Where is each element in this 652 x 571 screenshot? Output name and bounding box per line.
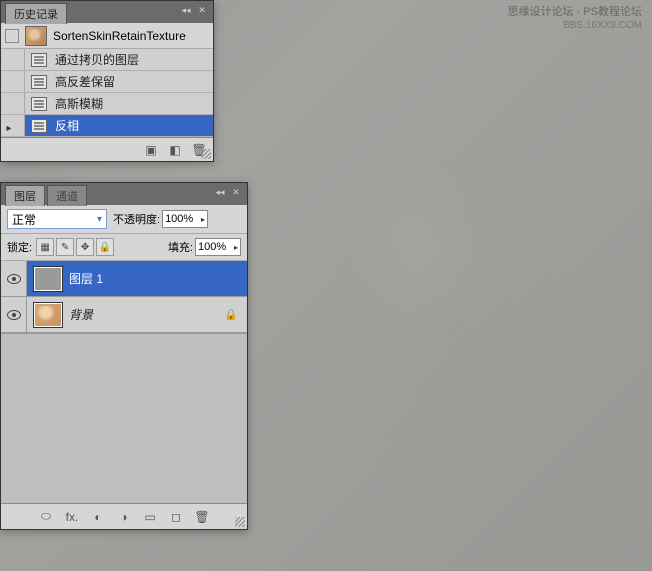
opacity-value: 100% [165, 213, 193, 225]
history-pointer-icon [7, 120, 19, 132]
history-item-label: 高斯模糊 [53, 95, 213, 112]
fill-input[interactable]: 100% ▸ [195, 238, 241, 256]
lock-transparency-icon[interactable]: ▦ [36, 238, 54, 256]
layers-footer: ⬭ fx. ◐ ◑ ▭ ◻ 🗑 [1, 503, 247, 529]
snapshot-name: SortenSkinRetainTexture [53, 29, 209, 43]
history-footer: ▣ ◧ 🗑 [1, 137, 213, 161]
snapshot-checkbox[interactable] [5, 29, 19, 43]
history-gutter [1, 49, 25, 70]
lock-indicator-icon: 🔒 [223, 307, 239, 323]
layer-style-icon[interactable]: fx. [64, 509, 80, 525]
tab-channels-label: 通道 [56, 191, 78, 203]
layer-row-selected[interactable]: 图层 1 [1, 261, 247, 297]
history-panel-header[interactable]: 历史记录 ◂◂ ✕ [1, 1, 213, 23]
layers-panel: 图层 通道 ◂◂ ✕ 正常 ▾ 不透明度: 100% ▸ 锁定: ▦ ✎ ✥ 🔒 [0, 182, 248, 530]
history-snapshot[interactable]: SortenSkinRetainTexture [1, 23, 213, 49]
history-tab[interactable]: 历史记录 [5, 3, 67, 24]
chevron-right-icon: ▸ [201, 215, 205, 224]
opacity-label: 不透明度: [113, 211, 160, 227]
opacity-input[interactable]: 100% ▸ [162, 210, 208, 228]
eye-icon [7, 274, 21, 284]
eye-icon [7, 310, 21, 320]
tab-layers[interactable]: 图层 [5, 185, 45, 206]
watermark-line1: 思缘设计论坛 · PS教程论坛 [508, 5, 642, 19]
invert-icon [31, 119, 47, 133]
history-body: SortenSkinRetainTexture 通过拷贝的图层 高反差保留 高斯… [1, 23, 213, 137]
history-panel: 历史记录 ◂◂ ✕ SortenSkinRetainTexture 通过拷贝的图… [0, 0, 214, 162]
gaussian-blur-icon [31, 97, 47, 111]
history-item-label: 高反差保留 [53, 73, 213, 90]
link-layers-icon[interactable]: ⬭ [38, 509, 54, 525]
lock-label: 锁定: [7, 239, 32, 255]
close-icon[interactable]: ✕ [195, 3, 209, 17]
blend-mode-value: 正常 [12, 211, 36, 228]
layer-mask-icon[interactable]: ◐ [90, 509, 106, 525]
lock-all-icon[interactable]: 🔒 [96, 238, 114, 256]
tab-channels[interactable]: 通道 [47, 185, 87, 206]
history-gutter [1, 93, 25, 114]
history-item[interactable]: 高斯模糊 [1, 93, 213, 115]
layer-list-empty-area [1, 333, 247, 503]
layers-options-row: 正常 ▾ 不透明度: 100% ▸ [1, 205, 247, 234]
blend-mode-select[interactable]: 正常 ▾ [7, 209, 107, 229]
watermark-line2: BBS.16XX8.COM [508, 19, 642, 33]
layer-copy-icon [31, 53, 47, 67]
lock-position-icon[interactable]: ✥ [76, 238, 94, 256]
highpass-icon [31, 75, 47, 89]
history-gutter [1, 71, 25, 92]
layer-name[interactable]: 图层 1 [69, 270, 247, 287]
fill-value: 100% [198, 241, 226, 253]
chevron-down-icon: ▾ [97, 214, 102, 225]
tab-layers-label: 图层 [14, 191, 36, 203]
collapse-icon[interactable]: ◂◂ [179, 3, 193, 17]
history-gutter [1, 115, 25, 136]
new-layer-icon[interactable]: ◻ [168, 509, 184, 525]
layer-list: 图层 1 背景 🔒 [1, 261, 247, 503]
visibility-toggle[interactable] [1, 297, 27, 332]
history-item-label: 通过拷贝的图层 [53, 51, 213, 68]
layer-thumbnail[interactable] [33, 266, 63, 292]
history-tab-label: 历史记录 [14, 9, 58, 21]
history-item-label: 反相 [53, 117, 213, 134]
history-item-selected[interactable]: 反相 [1, 115, 213, 137]
layer-thumbnail[interactable] [33, 302, 63, 328]
watermark: 思缘设计论坛 · PS教程论坛 BBS.16XX8.COM [508, 5, 642, 33]
resize-grip[interactable] [201, 149, 211, 159]
resize-grip[interactable] [235, 517, 245, 527]
close-icon[interactable]: ✕ [229, 185, 243, 199]
layer-row-background[interactable]: 背景 🔒 [1, 297, 247, 333]
trash-icon[interactable]: 🗑 [194, 509, 210, 525]
fill-label: 填充: [168, 239, 193, 255]
lock-pixels-icon[interactable]: ✎ [56, 238, 74, 256]
visibility-toggle[interactable] [1, 261, 27, 296]
create-document-icon[interactable]: ▣ [143, 142, 159, 158]
lock-row: 锁定: ▦ ✎ ✥ 🔒 填充: 100% ▸ [1, 234, 247, 261]
layer-name[interactable]: 背景 [69, 306, 223, 323]
history-item[interactable]: 高反差保留 [1, 71, 213, 93]
chevron-right-icon: ▸ [234, 243, 238, 252]
layers-panel-header[interactable]: 图层 通道 ◂◂ ✕ [1, 183, 247, 205]
adjustment-layer-icon[interactable]: ◑ [116, 509, 132, 525]
create-snapshot-icon[interactable]: ◧ [167, 142, 183, 158]
folder-icon[interactable]: ▭ [142, 509, 158, 525]
snapshot-thumbnail [25, 26, 47, 46]
collapse-icon[interactable]: ◂◂ [213, 185, 227, 199]
history-item[interactable]: 通过拷贝的图层 [1, 49, 213, 71]
